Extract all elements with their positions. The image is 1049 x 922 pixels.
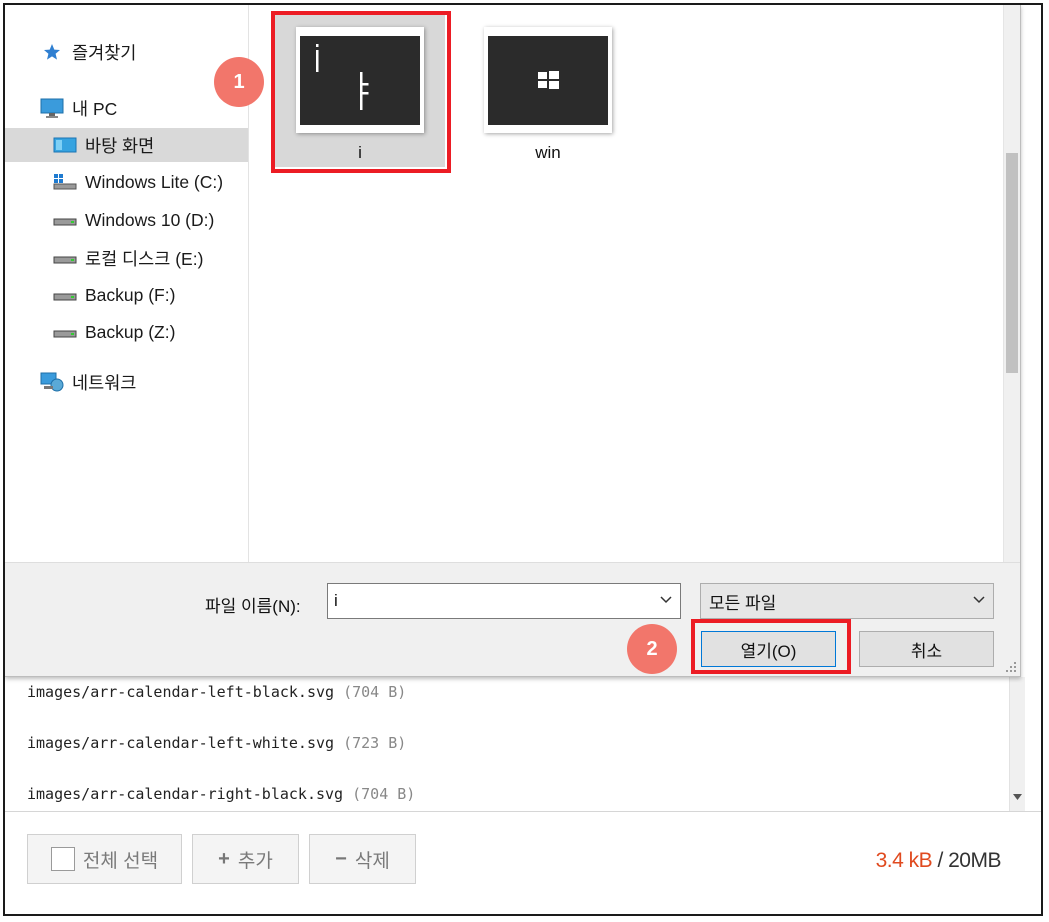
step-badge-1: 1 [214, 57, 264, 107]
file-path: images/arr-calendar-left-white.svg [27, 734, 335, 752]
file-thumbnail [484, 27, 612, 133]
list-item[interactable]: images/arr-calendar-left-white.svg (723 … [27, 734, 406, 752]
upload-toolbar: 전체 선택 + 추가 − 삭제 3.4 kB / 20MB [5, 812, 1041, 914]
delete-label: 삭제 [354, 850, 390, 872]
dialog-footer: 파일 이름(N): i 모든 파일 열기(O) 취소 [5, 562, 1020, 676]
quota-total: / 20MB [932, 849, 1001, 872]
nav-item-favorites[interactable]: 즐겨찾기 [5, 35, 248, 69]
nav-label: 즐겨찾기 [72, 42, 137, 63]
network-icon [40, 372, 64, 392]
nav-label: Backup (F:) [85, 284, 176, 305]
step-badge-2: 2 [627, 624, 677, 674]
select-all-checkbox[interactable] [50, 847, 75, 871]
file-size: (704 B) [352, 785, 416, 803]
dark-thumbnail [488, 35, 608, 125]
drive-icon [53, 323, 77, 341]
nav-label: 네트워크 [72, 372, 137, 393]
upload-file-list: images/arr-calendar-left-black.svg (704 … [5, 677, 1009, 812]
chevron-down-icon[interactable] [660, 596, 672, 604]
filetype-value: 모든 파일 [709, 593, 777, 613]
file-size: (723 B) [343, 734, 407, 752]
chevron-down-icon [973, 596, 985, 604]
scrollbar-thumb[interactable] [1006, 153, 1018, 373]
file-size: (704 B) [343, 683, 407, 701]
nav-label: Windows Lite (C:) [85, 171, 224, 192]
select-all-label: 전체 선택 [82, 850, 159, 872]
scroll-down-arrow-icon[interactable] [1009, 783, 1025, 811]
cancel-label: 취소 [910, 641, 943, 661]
highlight-box-file [271, 11, 451, 173]
filename-value: i [334, 591, 338, 610]
list-item[interactable]: images/arr-calendar-right-black.svg (704… [27, 785, 415, 803]
nav-item-network[interactable]: 네트워크 [5, 365, 248, 399]
cancel-button[interactable]: 취소 [859, 631, 994, 667]
nav-item-drive-f[interactable]: Backup (F:) [5, 278, 248, 312]
filename-input[interactable]: i [327, 583, 681, 619]
nav-label: 내 PC [72, 98, 118, 119]
resize-grip-icon[interactable] [1005, 661, 1017, 673]
nav-label: 바탕 화면 [85, 135, 155, 156]
computer-icon [40, 98, 64, 118]
nav-item-drive-d[interactable]: Windows 10 (D:) [5, 203, 248, 237]
quota-used: 3.4 kB [875, 849, 933, 872]
drive-icon [53, 286, 77, 304]
highlight-box-open [691, 619, 851, 674]
file-view-scrollbar[interactable] [1003, 5, 1020, 562]
desktop-folder-icon [53, 136, 77, 154]
nav-item-this-pc[interactable]: 내 PC [5, 91, 248, 125]
filename-label: 파일 이름(N): [205, 597, 301, 616]
minus-icon: − [335, 847, 347, 870]
screenshot-frame: images/arr-calendar-left-black.svg (704 … [3, 3, 1043, 916]
windows-drive-icon [53, 173, 77, 191]
nav-label: Windows 10 (D:) [85, 209, 215, 230]
file-path: images/arr-calendar-right-black.svg [27, 785, 344, 803]
nav-item-drive-c[interactable]: Windows Lite (C:) [5, 165, 248, 199]
file-tile-win[interactable]: win [463, 11, 633, 167]
plus-icon: + [218, 847, 230, 870]
nav-item-drive-e[interactable]: 로컬 디스크 (E:) [5, 241, 248, 275]
nav-item-desktop[interactable]: 바탕 화면 [5, 128, 248, 162]
delete-button[interactable]: − 삭제 [309, 834, 416, 884]
add-button[interactable]: + 추가 [192, 834, 299, 884]
drive-icon [53, 211, 77, 229]
file-name: win [535, 143, 561, 162]
nav-item-drive-z[interactable]: Backup (Z:) [5, 315, 248, 349]
drive-icon [53, 249, 77, 267]
file-open-dialog: 즐겨찾기 내 PC 바탕 화면 Windows Lite (C:) Window… [5, 5, 1021, 677]
navigation-pane: 즐겨찾기 내 PC 바탕 화면 Windows Lite (C:) Window… [5, 5, 249, 562]
windows-logo-icon [538, 70, 559, 89]
list-item[interactable]: images/arr-calendar-left-black.svg (704 … [27, 683, 406, 701]
add-label: 추가 [237, 850, 273, 872]
storage-quota: 3.4 kB / 20MB [875, 849, 1002, 873]
nav-label: Backup (Z:) [85, 321, 176, 342]
star-icon [40, 43, 64, 61]
file-path: images/arr-calendar-left-black.svg [27, 683, 335, 701]
nav-label: 로컬 디스크 (E:) [85, 248, 204, 269]
select-all-button[interactable]: 전체 선택 [27, 834, 182, 884]
filetype-select[interactable]: 모든 파일 [700, 583, 994, 619]
